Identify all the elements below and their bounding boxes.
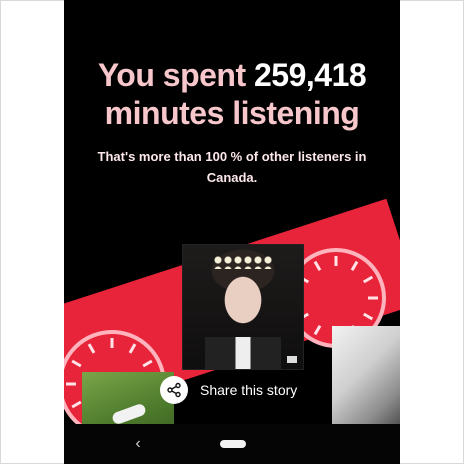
system-navigation-bar: ‹ [64,424,400,464]
shoe-graphic [110,402,148,426]
clock-tick [110,338,114,348]
clock-tick [362,275,374,284]
share-icon [167,382,181,398]
story-screen: You spent 259,418 minutes listening That… [64,0,400,464]
clock-tick [71,400,82,409]
clock-tick [128,343,137,354]
clock-tick [71,359,82,368]
clock-tick [334,256,338,266]
home-pill[interactable] [220,440,246,448]
album-cover-portrait [182,244,304,370]
clock-tick [313,324,322,336]
clock-tick [87,343,96,354]
clock-tick [350,260,359,272]
back-icon[interactable]: ‹ [130,434,146,454]
share-story-row[interactable]: Share this story [160,374,380,406]
share-label[interactable]: Share this story [200,382,297,398]
headline-prefix: You spent [97,57,254,93]
story-subtext: That's more than 100 % of other listener… [97,149,367,185]
flower-crown [213,255,273,269]
headline-suffix: minutes listening [104,95,360,131]
clock-tick [368,296,378,300]
clock-tick [66,382,76,386]
clock-tick [142,359,153,368]
advisory-badge [287,356,297,363]
clock-tick [362,312,374,321]
share-button[interactable] [160,376,188,404]
minutes-count: 259,418 [254,57,367,93]
story-headline: You spent 259,418 minutes listening [64,56,400,132]
shirt-collar [205,337,281,369]
clock-tick [313,260,322,272]
